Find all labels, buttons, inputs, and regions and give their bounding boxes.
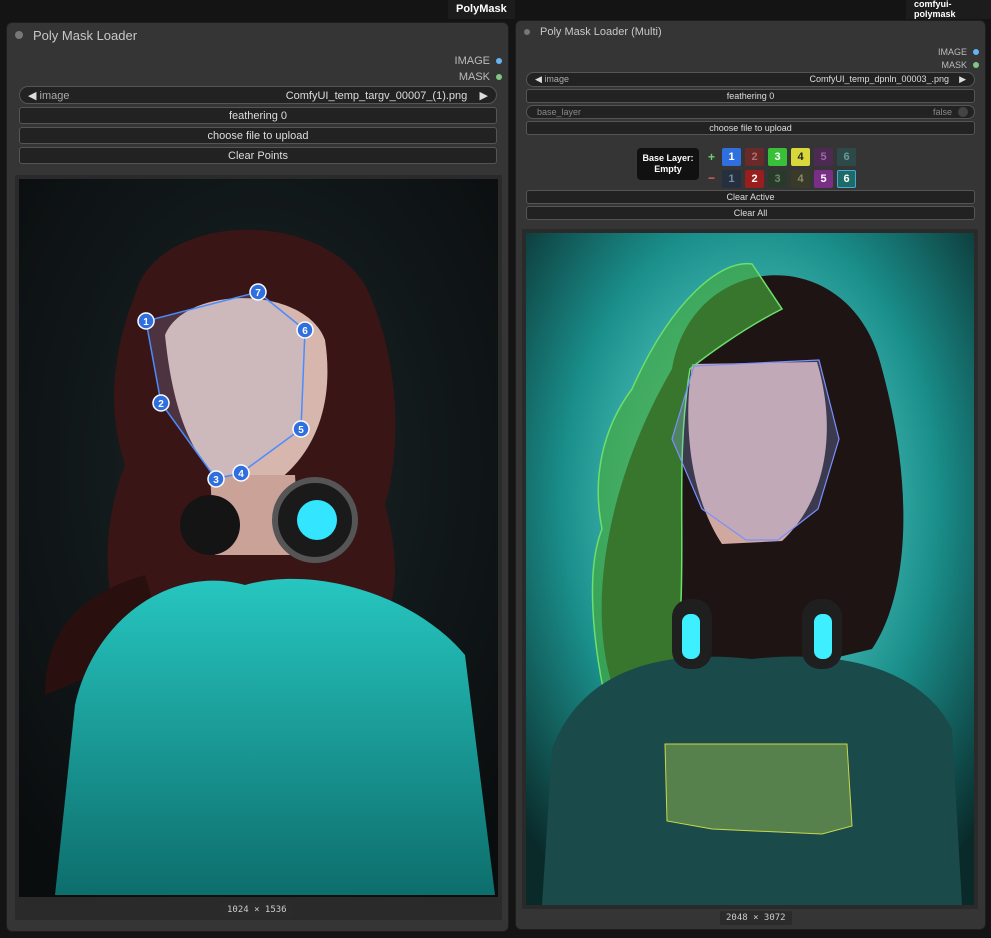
mask-port-icon[interactable] [496,74,502,80]
add-layer-6-button[interactable]: 6 [837,148,856,166]
mask-point[interactable]: 2 [152,394,170,412]
poly-mask-loader-node[interactable]: Poly Mask Loader IMAGE MASK ◀ image Comf… [6,22,509,932]
svg-text:1: 1 [143,317,149,328]
output-image[interactable]: IMAGE [455,53,502,69]
mask-port-icon[interactable] [973,61,979,68]
sub-layer-3-button[interactable]: 3 [768,170,787,188]
add-layer-5-button[interactable]: 5 [814,148,833,166]
add-mode-label: + [708,150,716,164]
feathering-field[interactable]: feathering 0 [19,107,497,124]
image-port-icon[interactable] [973,48,979,55]
sub-layer-5-button[interactable]: 5 [814,170,833,188]
node-title-bar[interactable]: Poly Mask Loader [7,23,508,47]
clear-active-button[interactable]: Clear Active [526,190,975,204]
upload-button[interactable]: choose file to upload [19,127,497,144]
sub-layer-4-button[interactable]: 4 [791,170,810,188]
output-mask[interactable]: MASK [455,69,502,85]
image-canvas[interactable]: 1 2 3 4 5 6 7 [15,175,502,920]
sub-layer-6-button[interactable]: 6 [837,170,856,188]
image-select[interactable]: ◀ image ComfyUI_temp_dpnln_00003_.png ▶ [526,72,975,87]
mask-point[interactable]: 6 [296,321,314,339]
output-slots: IMAGE MASK [455,53,502,85]
add-layer-1-button[interactable]: 1 [722,148,741,166]
mask-point[interactable]: 3 [207,470,225,488]
clear-all-button[interactable]: Clear All [526,206,975,220]
image-port-icon[interactable] [496,58,502,64]
mask-points-layer[interactable]: 1 2 3 4 5 6 7 [15,175,502,920]
chevron-left-icon[interactable]: ◀ [28,90,36,102]
clear-points-button[interactable]: Clear Points [19,147,497,164]
poly-mask-loader-multi-node[interactable]: Poly Mask Loader (Multi) IMAGE MASK ◀ im… [515,20,986,930]
svg-text:3: 3 [213,475,219,486]
mask-point[interactable]: 4 [232,464,250,482]
collapse-dot-icon[interactable] [15,31,23,39]
collapse-dot-icon[interactable] [524,29,530,35]
comfyui-polymask-group-label: comfyui-polymask [906,0,991,19]
image-dimensions: 1024 × 1536 [221,903,293,917]
image-select[interactable]: ◀ image ComfyUI_temp_targv_00007_(1).png… [19,86,497,104]
svg-text:2: 2 [158,399,164,410]
chevron-right-icon[interactable]: ▶ [959,74,966,84]
subtract-mode-label: − [708,171,716,185]
mask-point[interactable]: 7 [249,283,267,301]
svg-text:4: 4 [238,469,244,480]
svg-text:5: 5 [298,425,304,436]
chevron-left-icon[interactable]: ◀ [535,74,542,84]
chevron-right-icon[interactable]: ▶ [480,90,488,102]
node-title: Poly Mask Loader [33,27,138,43]
image-dimensions: 2048 × 3072 [720,911,792,925]
polymask-group-label: PolyMask [448,0,515,19]
svg-text:7: 7 [255,288,261,299]
output-slots: IMAGE MASK [938,45,979,71]
toggle-knob-icon[interactable] [958,107,968,118]
base-layer-toggle[interactable]: base_layer false [526,105,975,119]
add-layer-2-button[interactable]: 2 [745,148,764,166]
sub-layer-2-button[interactable]: 2 [745,170,764,188]
output-mask[interactable]: MASK [938,58,979,71]
node-title: Poly Mask Loader (Multi) [540,26,662,38]
node-title-bar[interactable]: Poly Mask Loader (Multi) [516,21,985,43]
mask-point[interactable]: 5 [292,420,310,438]
add-layer-4-button[interactable]: 4 [791,148,810,166]
base-layer-status: Base Layer: Empty [637,148,699,180]
portrait-preview[interactable] [522,229,978,909]
svg-text:6: 6 [302,326,308,337]
sub-layer-1-button[interactable]: 1 [722,170,741,188]
add-layer-3-button[interactable]: 3 [768,148,787,166]
mask-point[interactable]: 1 [137,312,155,330]
upload-button[interactable]: choose file to upload [526,121,975,135]
image-canvas[interactable] [522,229,978,909]
feathering-field[interactable]: feathering 0 [526,89,975,103]
